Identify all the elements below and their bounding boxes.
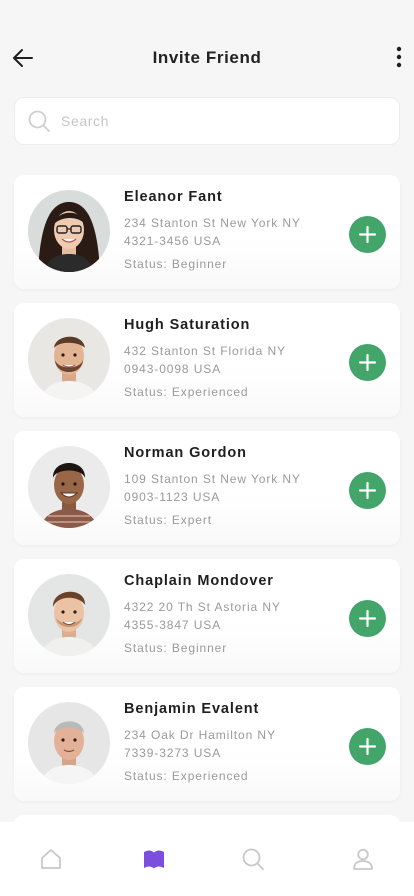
page-title: Invite Friend	[152, 48, 262, 67]
bottom-tab-bar	[0, 822, 414, 896]
add-friend-button[interactable]	[349, 216, 386, 253]
friend-address: 432 Stanton St Florida NY 0943-0098 USA	[124, 342, 334, 378]
home-icon	[41, 849, 61, 869]
address-line: 0943-0098 USA	[124, 362, 222, 376]
friend-name: Hugh Saturation	[124, 317, 251, 333]
avatar	[28, 318, 110, 400]
search-input[interactable]	[61, 106, 381, 136]
plus-icon	[358, 353, 377, 372]
address-line: 4322 20 Th St Astoria NY	[124, 600, 281, 614]
avatar	[28, 446, 110, 528]
avatar	[28, 190, 110, 272]
address-line: 234 Stanton St New York NY	[124, 216, 301, 230]
friend-status: Status: Beginner	[124, 641, 228, 655]
friend-card: Hugh Saturation 432 Stanton St Florida N…	[14, 303, 400, 417]
friend-address: 4322 20 Th St Astoria NY 4355-3847 USA	[124, 598, 334, 634]
user-icon	[353, 848, 373, 870]
book-icon	[144, 850, 164, 869]
friend-name: Benjamin Evalent	[124, 701, 260, 717]
add-friend-button[interactable]	[349, 472, 386, 509]
tab-home[interactable]	[38, 846, 64, 872]
more-options-button[interactable]	[392, 44, 406, 72]
address-line: 4321-3456 USA	[124, 234, 222, 248]
address-line: 7339-3273 USA	[124, 746, 222, 760]
plus-icon	[358, 225, 377, 244]
address-line: 432 Stanton St Florida NY	[124, 344, 286, 358]
address-line: 109 Stanton St New York NY	[124, 472, 301, 486]
add-friend-button[interactable]	[349, 728, 386, 765]
search-icon	[28, 110, 50, 132]
tab-profile[interactable]	[350, 846, 376, 872]
plus-icon	[358, 609, 377, 628]
friend-status: Status: Beginner	[124, 257, 228, 271]
search-bar	[14, 97, 400, 145]
tab-search[interactable]	[240, 846, 266, 872]
avatar	[28, 574, 110, 656]
address-line: 234 Oak Dr Hamilton NY	[124, 728, 276, 742]
friend-address: 109 Stanton St New York NY 0903-1123 USA	[124, 470, 334, 506]
plus-icon	[358, 737, 377, 756]
friend-status: Status: Expert	[124, 513, 212, 527]
friend-name: Norman Gordon	[124, 445, 247, 461]
search-icon	[242, 848, 264, 870]
address-line: 4355-3847 USA	[124, 618, 222, 632]
friend-status: Status: Experienced	[124, 385, 249, 399]
friend-card: Chaplain Mondover 4322 20 Th St Astoria …	[14, 559, 400, 673]
add-friend-button[interactable]	[349, 600, 386, 637]
friend-card: Eleanor Fant 234 Stanton St New York NY …	[14, 175, 400, 289]
address-line: 0903-1123 USA	[124, 490, 221, 504]
friend-name: Eleanor Fant	[124, 189, 223, 205]
friend-address: 234 Stanton St New York NY 4321-3456 USA	[124, 214, 334, 250]
friend-list: Eleanor Fant 234 Stanton St New York NY …	[14, 175, 400, 815]
more-vertical-icon	[396, 46, 402, 68]
friend-card: Benjamin Evalent 234 Oak Dr Hamilton NY …	[14, 687, 400, 801]
avatar	[28, 702, 110, 784]
friend-address: 234 Oak Dr Hamilton NY 7339-3273 USA	[124, 726, 334, 762]
add-friend-button[interactable]	[349, 344, 386, 381]
friend-status: Status: Experienced	[124, 769, 249, 783]
tab-library[interactable]	[141, 846, 167, 872]
header: Invite Friend	[0, 0, 414, 96]
friend-card: Norman Gordon 109 Stanton St New York NY…	[14, 431, 400, 545]
plus-icon	[358, 481, 377, 500]
friend-name: Chaplain Mondover	[124, 573, 274, 589]
